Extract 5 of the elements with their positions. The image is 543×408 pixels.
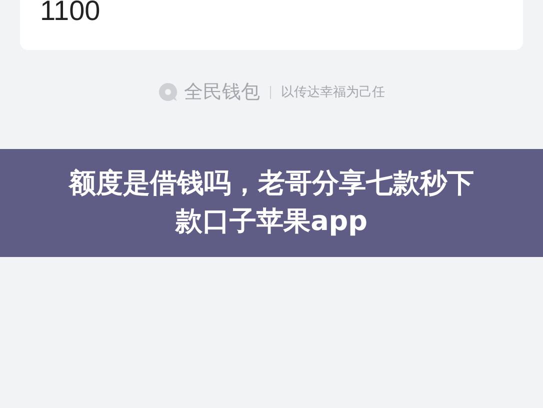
brand-name: 全民钱包 bbox=[184, 80, 260, 105]
brand-slogan: 以传达幸福为己任 bbox=[281, 84, 385, 101]
banner-title: 额度是借钱吗，老哥分享七款秒下款口子苹果app bbox=[67, 167, 475, 239]
amount-text: 1100 bbox=[40, 0, 100, 22]
logo-icon bbox=[158, 82, 178, 102]
